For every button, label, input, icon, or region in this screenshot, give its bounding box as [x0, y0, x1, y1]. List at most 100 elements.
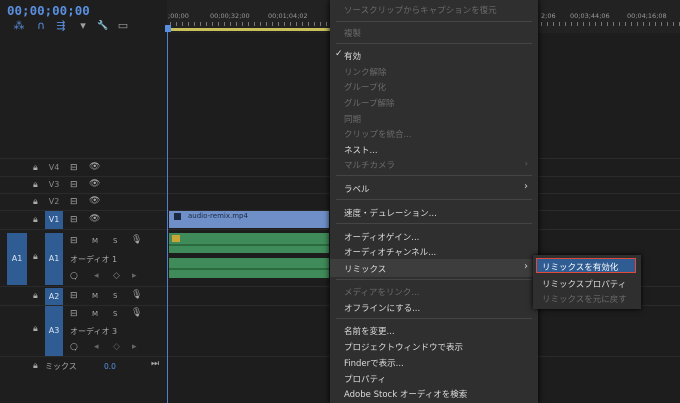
source-patch-a1[interactable]: A1: [7, 233, 27, 285]
submenu-arrow-icon: ›: [524, 261, 528, 272]
filmstrip-icon[interactable]: ⊟: [70, 163, 78, 173]
menu-item-restore-captions[interactable]: ソースクリップからキャプションを復元: [344, 4, 497, 16]
ruler-ticks: [541, 22, 680, 26]
menu-item-enable[interactable]: 有効: [344, 50, 361, 62]
submenu-item-remix-properties[interactable]: リミックスプロパティ: [542, 278, 626, 290]
ruler-tick-label: ;00;00: [168, 12, 189, 20]
lock-icon[interactable]: 🔒︎: [33, 197, 38, 207]
menu-item-merge-clips[interactable]: クリップを統合...: [344, 128, 412, 140]
go-to-end-icon[interactable]: ⏭︎: [151, 359, 159, 369]
menu-item-link-media[interactable]: メディアをリンク...: [344, 286, 420, 298]
marker-icon[interactable]: ▾: [76, 19, 90, 33]
track-label[interactable]: V4: [45, 160, 63, 176]
timecode-display[interactable]: 00;00;00;00: [7, 3, 90, 18]
prev-keyframe-icon[interactable]: ◂: [94, 342, 99, 352]
add-keyframe-icon[interactable]: ◇: [113, 342, 120, 352]
lock-icon[interactable]: 🔒︎: [33, 324, 38, 334]
filmstrip-icon[interactable]: ⊟: [70, 291, 78, 301]
keyframe-icon[interactable]: ○̣: [70, 271, 78, 281]
menu-item-reveal-in-finder[interactable]: Finderで表示...: [344, 357, 404, 369]
lock-icon[interactable]: 🔒︎: [33, 215, 38, 225]
menu-item-properties[interactable]: プロパティ: [344, 373, 386, 385]
track-row-v3: 🔒︎ V3 ⊟ 👁︎: [0, 177, 167, 193]
track-name: オーディオ 1: [70, 255, 118, 264]
prev-keyframe-icon[interactable]: ◂: [94, 271, 99, 281]
microphone-icon[interactable]: 🎙︎: [131, 290, 142, 300]
menu-item-audio-gain[interactable]: オーディオゲイン...: [344, 231, 419, 243]
track-label[interactable]: V3: [45, 177, 63, 193]
menu-item-adobe-stock-audio[interactable]: Adobe Stock オーディオを検索: [344, 388, 467, 400]
menu-item-make-offline[interactable]: オフラインにする...: [344, 302, 420, 314]
menu-item-audio-channels[interactable]: オーディオチャンネル...: [344, 246, 436, 258]
mute-button[interactable]: M: [92, 292, 98, 300]
filmstrip-icon[interactable]: ⊟: [70, 236, 78, 246]
snap-tool-icon[interactable]: ⁂: [12, 19, 26, 33]
menu-item-ungroup[interactable]: グループ解除: [344, 97, 395, 109]
microphone-icon[interactable]: 🎙︎: [131, 308, 142, 318]
ruler-tick-label: 00;04;16;08: [627, 12, 667, 20]
track-label[interactable]: A3: [45, 306, 63, 356]
mute-button[interactable]: M: [92, 237, 98, 245]
mix-label: ミックス: [45, 362, 77, 371]
submenu-item-revert-remix[interactable]: リミックスを元に戻す: [542, 293, 627, 305]
lock-icon[interactable]: 🔒︎: [33, 180, 38, 190]
submenu-arrow-icon: ›: [524, 181, 528, 192]
solo-button[interactable]: S: [113, 310, 117, 318]
menu-item-unlink[interactable]: リンク解除: [344, 66, 387, 78]
clip-fx-badge-icon: [172, 235, 180, 242]
menu-item-duplicate[interactable]: 複製: [344, 27, 361, 39]
work-area-bar[interactable]: [171, 28, 331, 31]
track-label[interactable]: A1: [45, 233, 63, 285]
eye-icon[interactable]: 👁︎: [89, 196, 100, 206]
track-label[interactable]: V1: [45, 211, 63, 229]
track-label[interactable]: V2: [45, 194, 63, 210]
submenu-item-enable-remix[interactable]: リミックスを有効化: [542, 261, 618, 273]
ruler-tick-label: 00;00;32;00: [210, 12, 250, 20]
solo-button[interactable]: S: [113, 237, 117, 245]
menu-item-reveal-in-project[interactable]: プロジェクトウィンドウで表示: [344, 341, 463, 353]
filmstrip-icon[interactable]: ⊟: [70, 215, 78, 225]
wrench-icon[interactable]: 🔧: [96, 19, 110, 33]
menu-item-multi-camera[interactable]: マルチカメラ: [344, 159, 395, 171]
linked-selection-icon[interactable]: ⇶: [54, 19, 68, 33]
filmstrip-icon[interactable]: ⊟: [70, 180, 78, 190]
mix-track-row: 🔒︎ ミックス 0.0 ⏭︎: [0, 358, 167, 374]
menu-item-speed-duration[interactable]: 速度・デュレーション...: [344, 207, 437, 219]
keyframe-icon[interactable]: ○̣: [70, 342, 78, 352]
lock-icon[interactable]: 🔒︎: [33, 291, 38, 301]
add-keyframe-icon[interactable]: ◇: [113, 271, 120, 281]
filmstrip-icon[interactable]: ⊟: [70, 309, 78, 319]
eye-icon[interactable]: 👁︎: [89, 179, 100, 189]
filmstrip-icon[interactable]: ⊟: [70, 197, 78, 207]
track-label[interactable]: A2: [45, 288, 63, 305]
menu-item-rename[interactable]: 名前を変更...: [344, 325, 395, 337]
eye-icon[interactable]: 👁︎: [89, 162, 100, 172]
next-keyframe-icon[interactable]: ▸: [132, 342, 137, 352]
mute-button[interactable]: M: [92, 310, 98, 318]
checkmark-icon: ✓: [335, 49, 343, 59]
captions-icon[interactable]: ▭: [116, 19, 130, 33]
ruler-ticks: [170, 22, 328, 26]
menu-item-group[interactable]: グループ化: [344, 81, 386, 93]
menu-item-remix[interactable]: リミックス: [344, 263, 386, 275]
microphone-icon[interactable]: 🎙︎: [131, 235, 142, 245]
magnet-icon[interactable]: ∩: [34, 19, 48, 33]
eye-icon[interactable]: 👁︎: [89, 214, 100, 224]
menu-item-synchronize[interactable]: 同期: [344, 113, 361, 125]
playhead-line[interactable]: [167, 29, 168, 403]
track-row-a2: 🔒︎ A2 ⊟ M S 🎙︎: [0, 288, 167, 305]
clip-fx-icon: [174, 213, 181, 220]
next-keyframe-icon[interactable]: ▸: [132, 271, 137, 281]
audio-clip-a1-ch1[interactable]: [169, 233, 329, 253]
submenu-arrow-icon: ›: [524, 159, 528, 168]
context-menu: ソースクリップからキャプションを復元 複製 ✓ 有効 リンク解除 グループ化 グ…: [330, 0, 538, 403]
track-name: オーディオ 3: [70, 327, 118, 336]
menu-item-nest[interactable]: ネスト...: [344, 144, 378, 156]
playhead-handle[interactable]: [165, 25, 171, 32]
lock-icon[interactable]: 🔒︎: [33, 361, 38, 371]
lock-icon[interactable]: 🔒︎: [33, 252, 38, 262]
mix-volume-value[interactable]: 0.0: [104, 362, 116, 371]
lock-icon[interactable]: 🔒︎: [33, 163, 38, 173]
solo-button[interactable]: S: [113, 292, 117, 300]
menu-item-label[interactable]: ラベル: [344, 183, 370, 195]
